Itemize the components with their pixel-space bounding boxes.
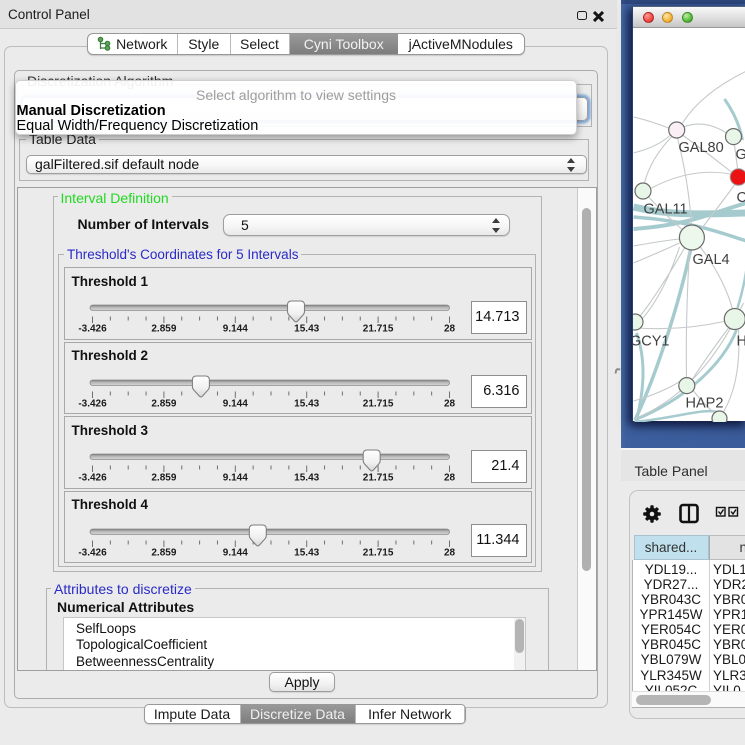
svg-text:15.43: 15.43: [294, 324, 319, 335]
svg-text:28: 28: [443, 473, 455, 484]
svg-text:HAP2: HAP2: [685, 396, 723, 412]
svg-text:2.859: 2.859: [151, 398, 176, 409]
svg-text:2.859: 2.859: [151, 324, 176, 335]
svg-text:GA: GA: [735, 147, 745, 163]
svg-text:-3.426: -3.426: [78, 473, 107, 484]
svg-text:2.859: 2.859: [151, 473, 176, 484]
svg-text:21.715: 21.715: [362, 324, 393, 335]
svg-text:H: H: [736, 334, 745, 350]
svg-text:9.144: 9.144: [222, 324, 247, 335]
svg-text:21.715: 21.715: [362, 398, 393, 409]
svg-text:GCY1: GCY1: [633, 334, 670, 350]
svg-text:21.715: 21.715: [362, 547, 393, 558]
svg-text:28: 28: [443, 398, 455, 409]
svg-text:-3.426: -3.426: [78, 324, 107, 335]
svg-text:GAL80: GAL80: [678, 140, 723, 156]
svg-text:C: C: [736, 190, 745, 206]
svg-text:2.859: 2.859: [151, 547, 176, 558]
svg-text:21.715: 21.715: [362, 473, 393, 484]
svg-text:28: 28: [443, 324, 455, 335]
svg-text:9.144: 9.144: [222, 547, 247, 558]
svg-text:28: 28: [443, 547, 455, 558]
svg-text:15.43: 15.43: [294, 473, 319, 484]
svg-text:15.43: 15.43: [294, 398, 319, 409]
svg-text:-3.426: -3.426: [78, 398, 107, 409]
svg-text:GAL4: GAL4: [692, 252, 729, 268]
svg-text:15.43: 15.43: [294, 547, 319, 558]
svg-text:9.144: 9.144: [222, 398, 247, 409]
svg-text:9.144: 9.144: [222, 473, 247, 484]
svg-text:-3.426: -3.426: [78, 547, 107, 558]
svg-text:GAL11: GAL11: [643, 202, 687, 218]
